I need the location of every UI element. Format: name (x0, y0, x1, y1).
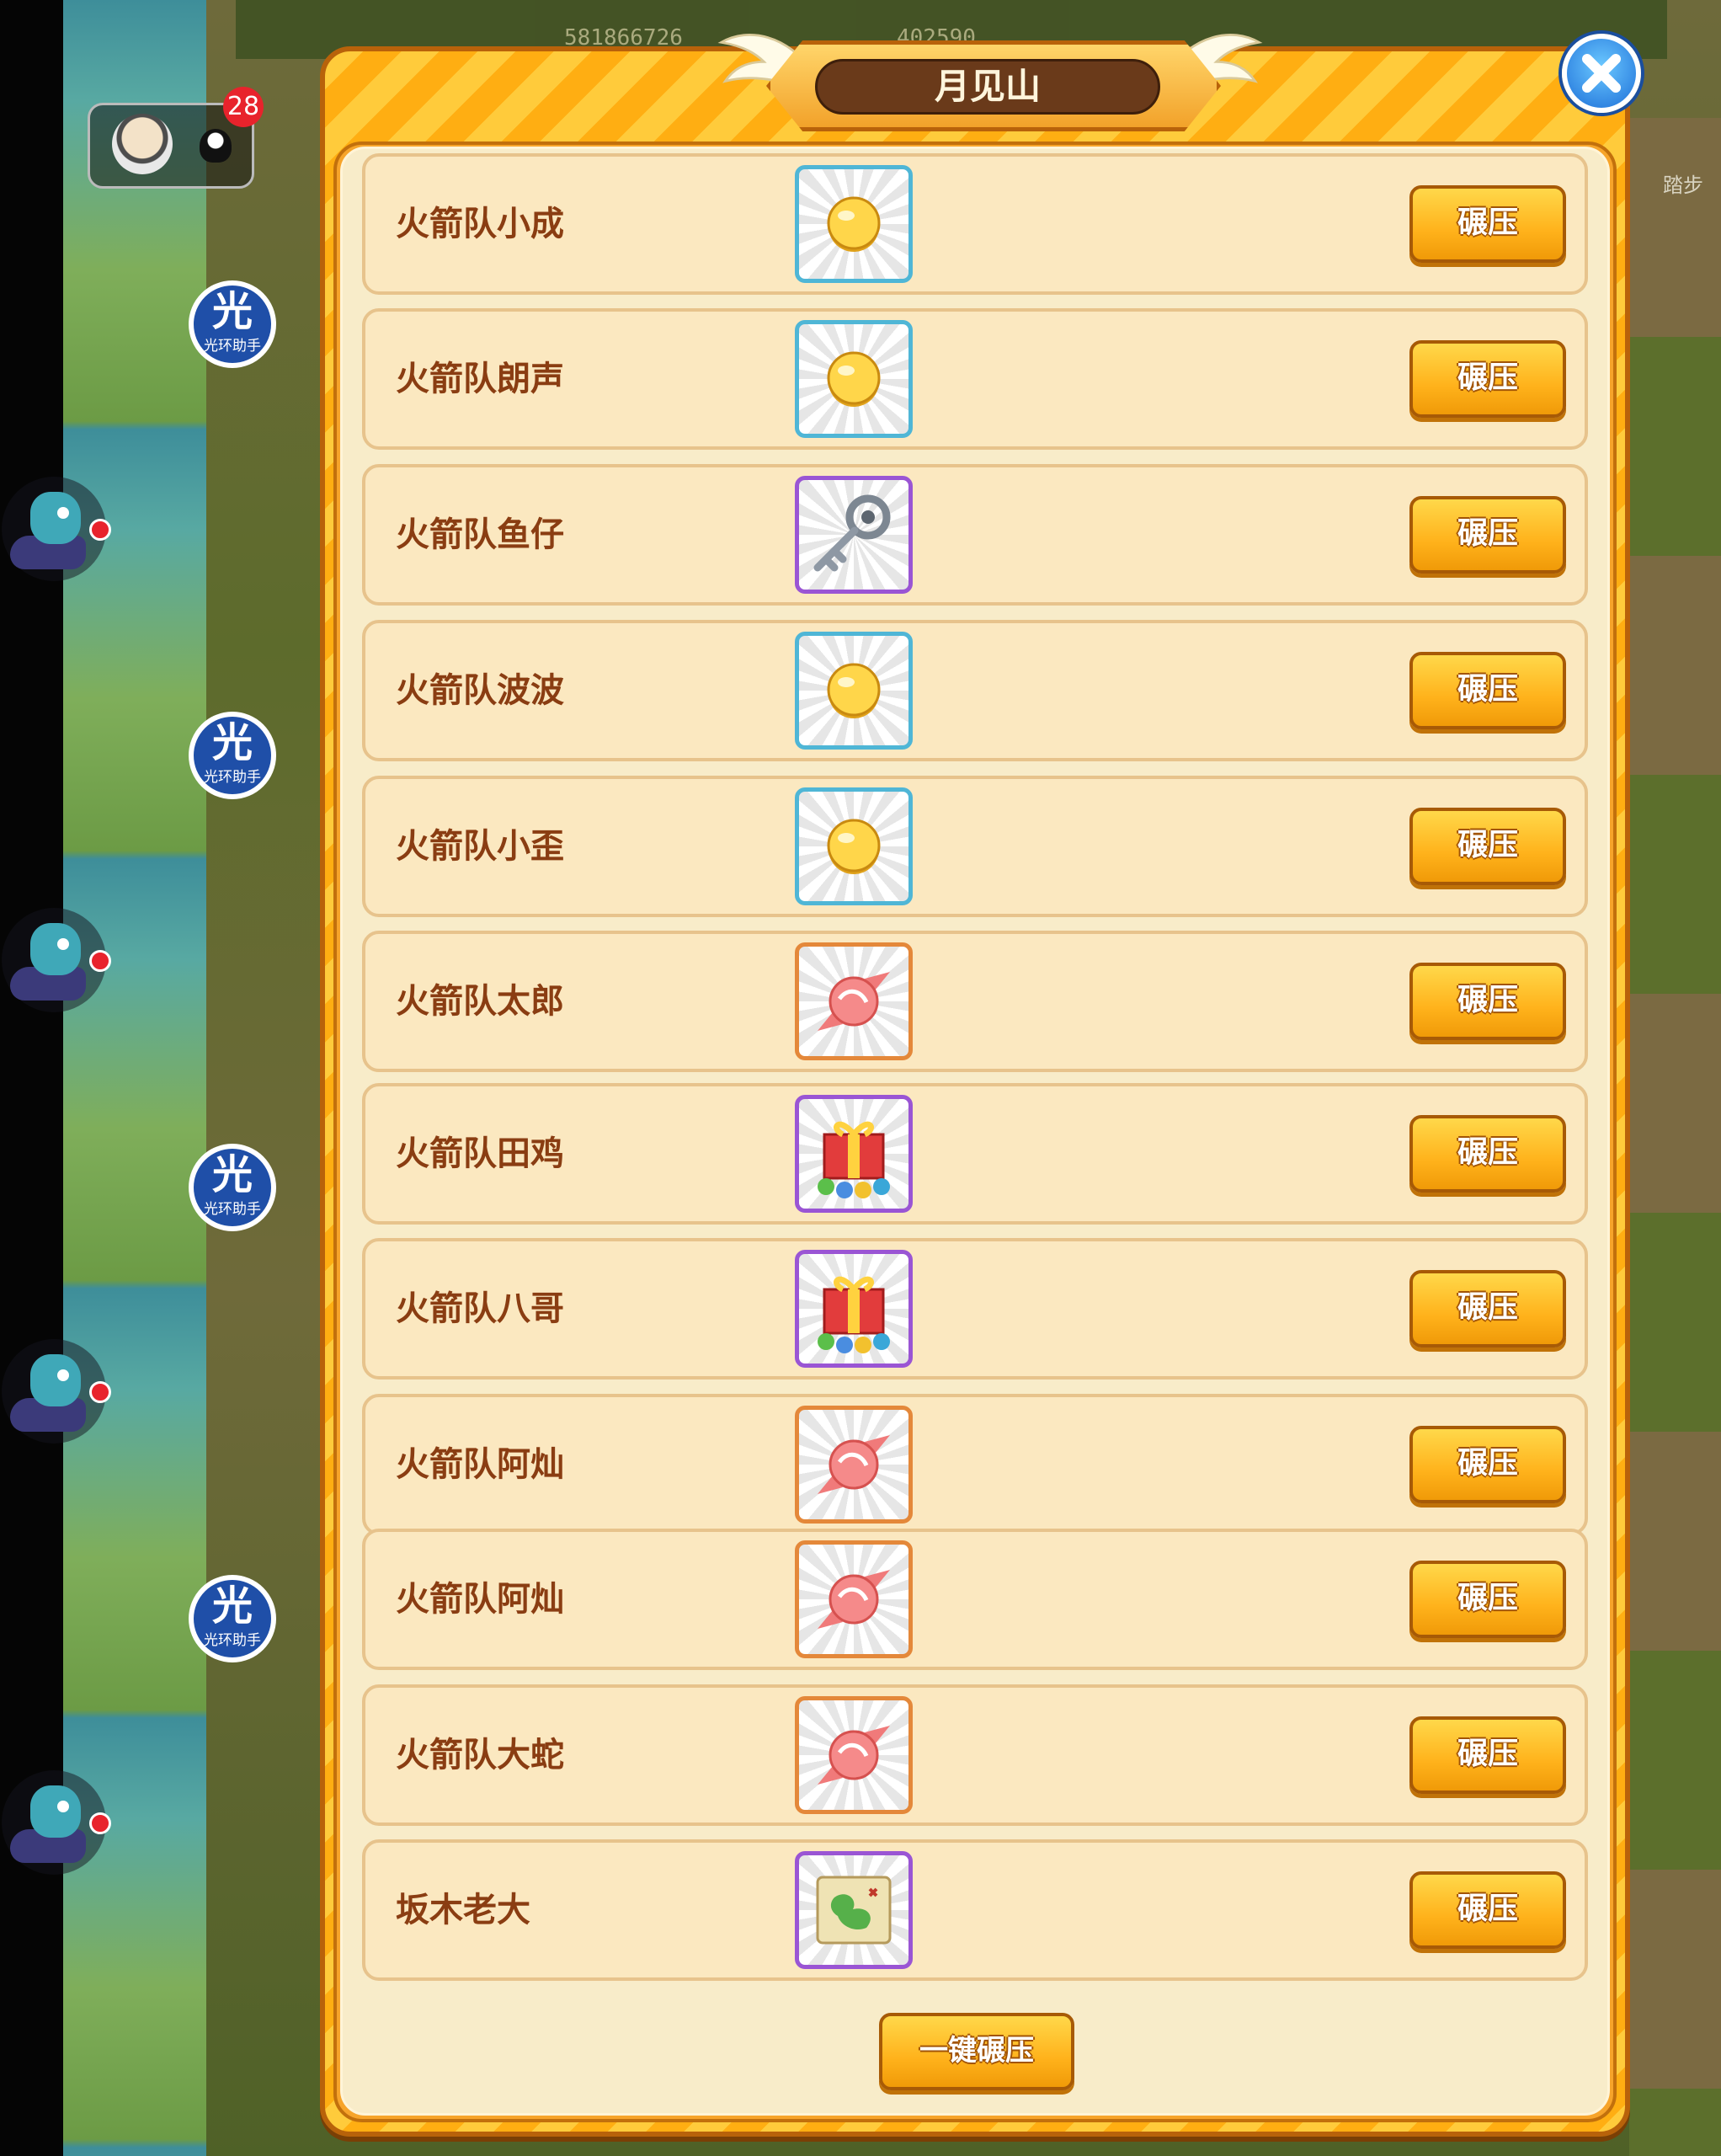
list-item: 火箭队鱼仔 碾压 (362, 464, 1588, 606)
assistant-label: 光环助手 (204, 338, 261, 355)
reward-item-slot[interactable] (795, 1851, 913, 1969)
candy-icon (818, 972, 890, 1031)
crush-button[interactable]: 碾压 (1409, 1115, 1566, 1193)
crush-button[interactable]: 碾压 (1409, 340, 1566, 418)
list-item: 火箭队太郎 碾压 (362, 931, 1588, 1072)
trainer-name: 火箭队小成 (396, 205, 564, 243)
list-item: 火箭队八哥 碾压 (362, 1238, 1588, 1380)
reward-item-slot[interactable] (795, 320, 913, 438)
red-dot-icon (89, 519, 111, 541)
crush-button[interactable]: 碾压 (1409, 185, 1566, 263)
assistant-glyph: 光 (211, 1151, 253, 1198)
assistant-icon[interactable]: 光光环助手 (189, 712, 276, 799)
treasure-map-icon (816, 1876, 892, 1945)
reward-item-slot[interactable] (795, 787, 913, 905)
trainer-name: 火箭队八哥 (396, 1289, 564, 1328)
trainer-name: 火箭队小歪 (396, 827, 564, 866)
map-ground-right (1629, 118, 1721, 2156)
trainer-name: 坂木老大 (396, 1891, 530, 1929)
reward-item-slot[interactable] (795, 476, 913, 594)
dino-float-icon[interactable] (2, 908, 111, 1012)
assistant-glyph: 光 (211, 719, 253, 766)
list-item: 火箭队小歪 碾压 (362, 776, 1588, 917)
candy-icon (818, 1726, 890, 1785)
coin-icon (827, 819, 881, 874)
list-item: 火箭队波波 碾压 (362, 620, 1588, 761)
dino-float-icon[interactable] (2, 477, 111, 581)
close-button[interactable] (1562, 34, 1641, 113)
crush-button[interactable]: 碾压 (1409, 652, 1566, 729)
crush-button[interactable]: 碾压 (1409, 496, 1566, 574)
list-item: 火箭队小成 碾压 (362, 153, 1588, 295)
reward-item-slot[interactable] (795, 1095, 913, 1213)
crush-button[interactable]: 碾压 (1409, 1426, 1566, 1503)
trainer-name: 火箭队波波 (396, 671, 564, 710)
assistant-icon[interactable]: 光光环助手 (189, 1575, 276, 1662)
qq-icon[interactable] (200, 129, 232, 163)
assistant-icon[interactable]: 光光环助手 (189, 280, 276, 368)
trainer-name: 火箭队阿灿 (396, 1580, 564, 1619)
trainer-name: 火箭队阿灿 (396, 1445, 564, 1484)
candy-icon (818, 1435, 890, 1494)
assistant-icon[interactable]: 光光环助手 (189, 1144, 276, 1231)
list-item: 火箭队大蛇 碾压 (362, 1684, 1588, 1826)
key-icon (813, 494, 891, 572)
red-dot-icon (89, 950, 111, 972)
trainer-name: 火箭队太郎 (396, 982, 564, 1021)
coin-icon (827, 351, 881, 407)
crush-all-button[interactable]: 一键碾压 (879, 2013, 1074, 2090)
crush-button[interactable]: 碾压 (1409, 1871, 1566, 1949)
reward-item-slot[interactable] (795, 632, 913, 750)
coin-icon (827, 663, 881, 718)
crush-button[interactable]: 碾压 (1409, 1716, 1566, 1794)
dino-float-icon[interactable] (2, 1770, 111, 1875)
reward-item-slot[interactable] (795, 1250, 913, 1368)
list-item: 火箭队朗声 碾压 (362, 308, 1588, 450)
list-item: 火箭队阿灿 碾压 (362, 1529, 1588, 1670)
trainer-name: 火箭队鱼仔 (396, 515, 564, 554)
trainer-name: 火箭队朗声 (396, 360, 564, 398)
steps-label[interactable]: 踏步 (1663, 168, 1703, 198)
list-item: 火箭队阿灿 碾压 (362, 1394, 1588, 1535)
coin-icon (827, 196, 881, 252)
assistant-glyph: 光 (211, 1582, 253, 1630)
dino-float-icon[interactable] (2, 1339, 111, 1444)
notification-badge: 28 (223, 87, 264, 127)
crush-button[interactable]: 碾压 (1409, 1270, 1566, 1348)
candy-icon (818, 1570, 890, 1629)
red-dot-icon (89, 1812, 111, 1834)
crush-button[interactable]: 碾压 (1409, 1561, 1566, 1638)
gift-box-icon (818, 1276, 890, 1353)
trainer-name: 火箭队田鸡 (396, 1134, 564, 1173)
assistant-label: 光环助手 (204, 1632, 261, 1649)
assistant-label: 光环助手 (204, 769, 261, 786)
dialog-title: 月见山 (815, 59, 1160, 115)
assistant-glyph: 光 (211, 288, 253, 335)
reward-item-slot[interactable] (795, 1540, 913, 1658)
gift-box-icon (818, 1121, 890, 1198)
list-item: 坂木老大 碾压 (362, 1839, 1588, 1981)
close-icon (1582, 54, 1621, 93)
list-item: 火箭队田鸡 碾压 (362, 1083, 1588, 1225)
crush-button[interactable]: 碾压 (1409, 963, 1566, 1040)
avatar[interactable] (112, 114, 173, 174)
reward-item-slot[interactable] (795, 1696, 913, 1814)
crush-button[interactable]: 碾压 (1409, 808, 1566, 885)
trainer-name: 火箭队大蛇 (396, 1736, 564, 1774)
reward-item-slot[interactable] (795, 165, 913, 283)
reward-item-slot[interactable] (795, 1406, 913, 1524)
assistant-label: 光环助手 (204, 1201, 261, 1218)
red-dot-icon (89, 1381, 111, 1403)
reward-item-slot[interactable] (795, 942, 913, 1060)
